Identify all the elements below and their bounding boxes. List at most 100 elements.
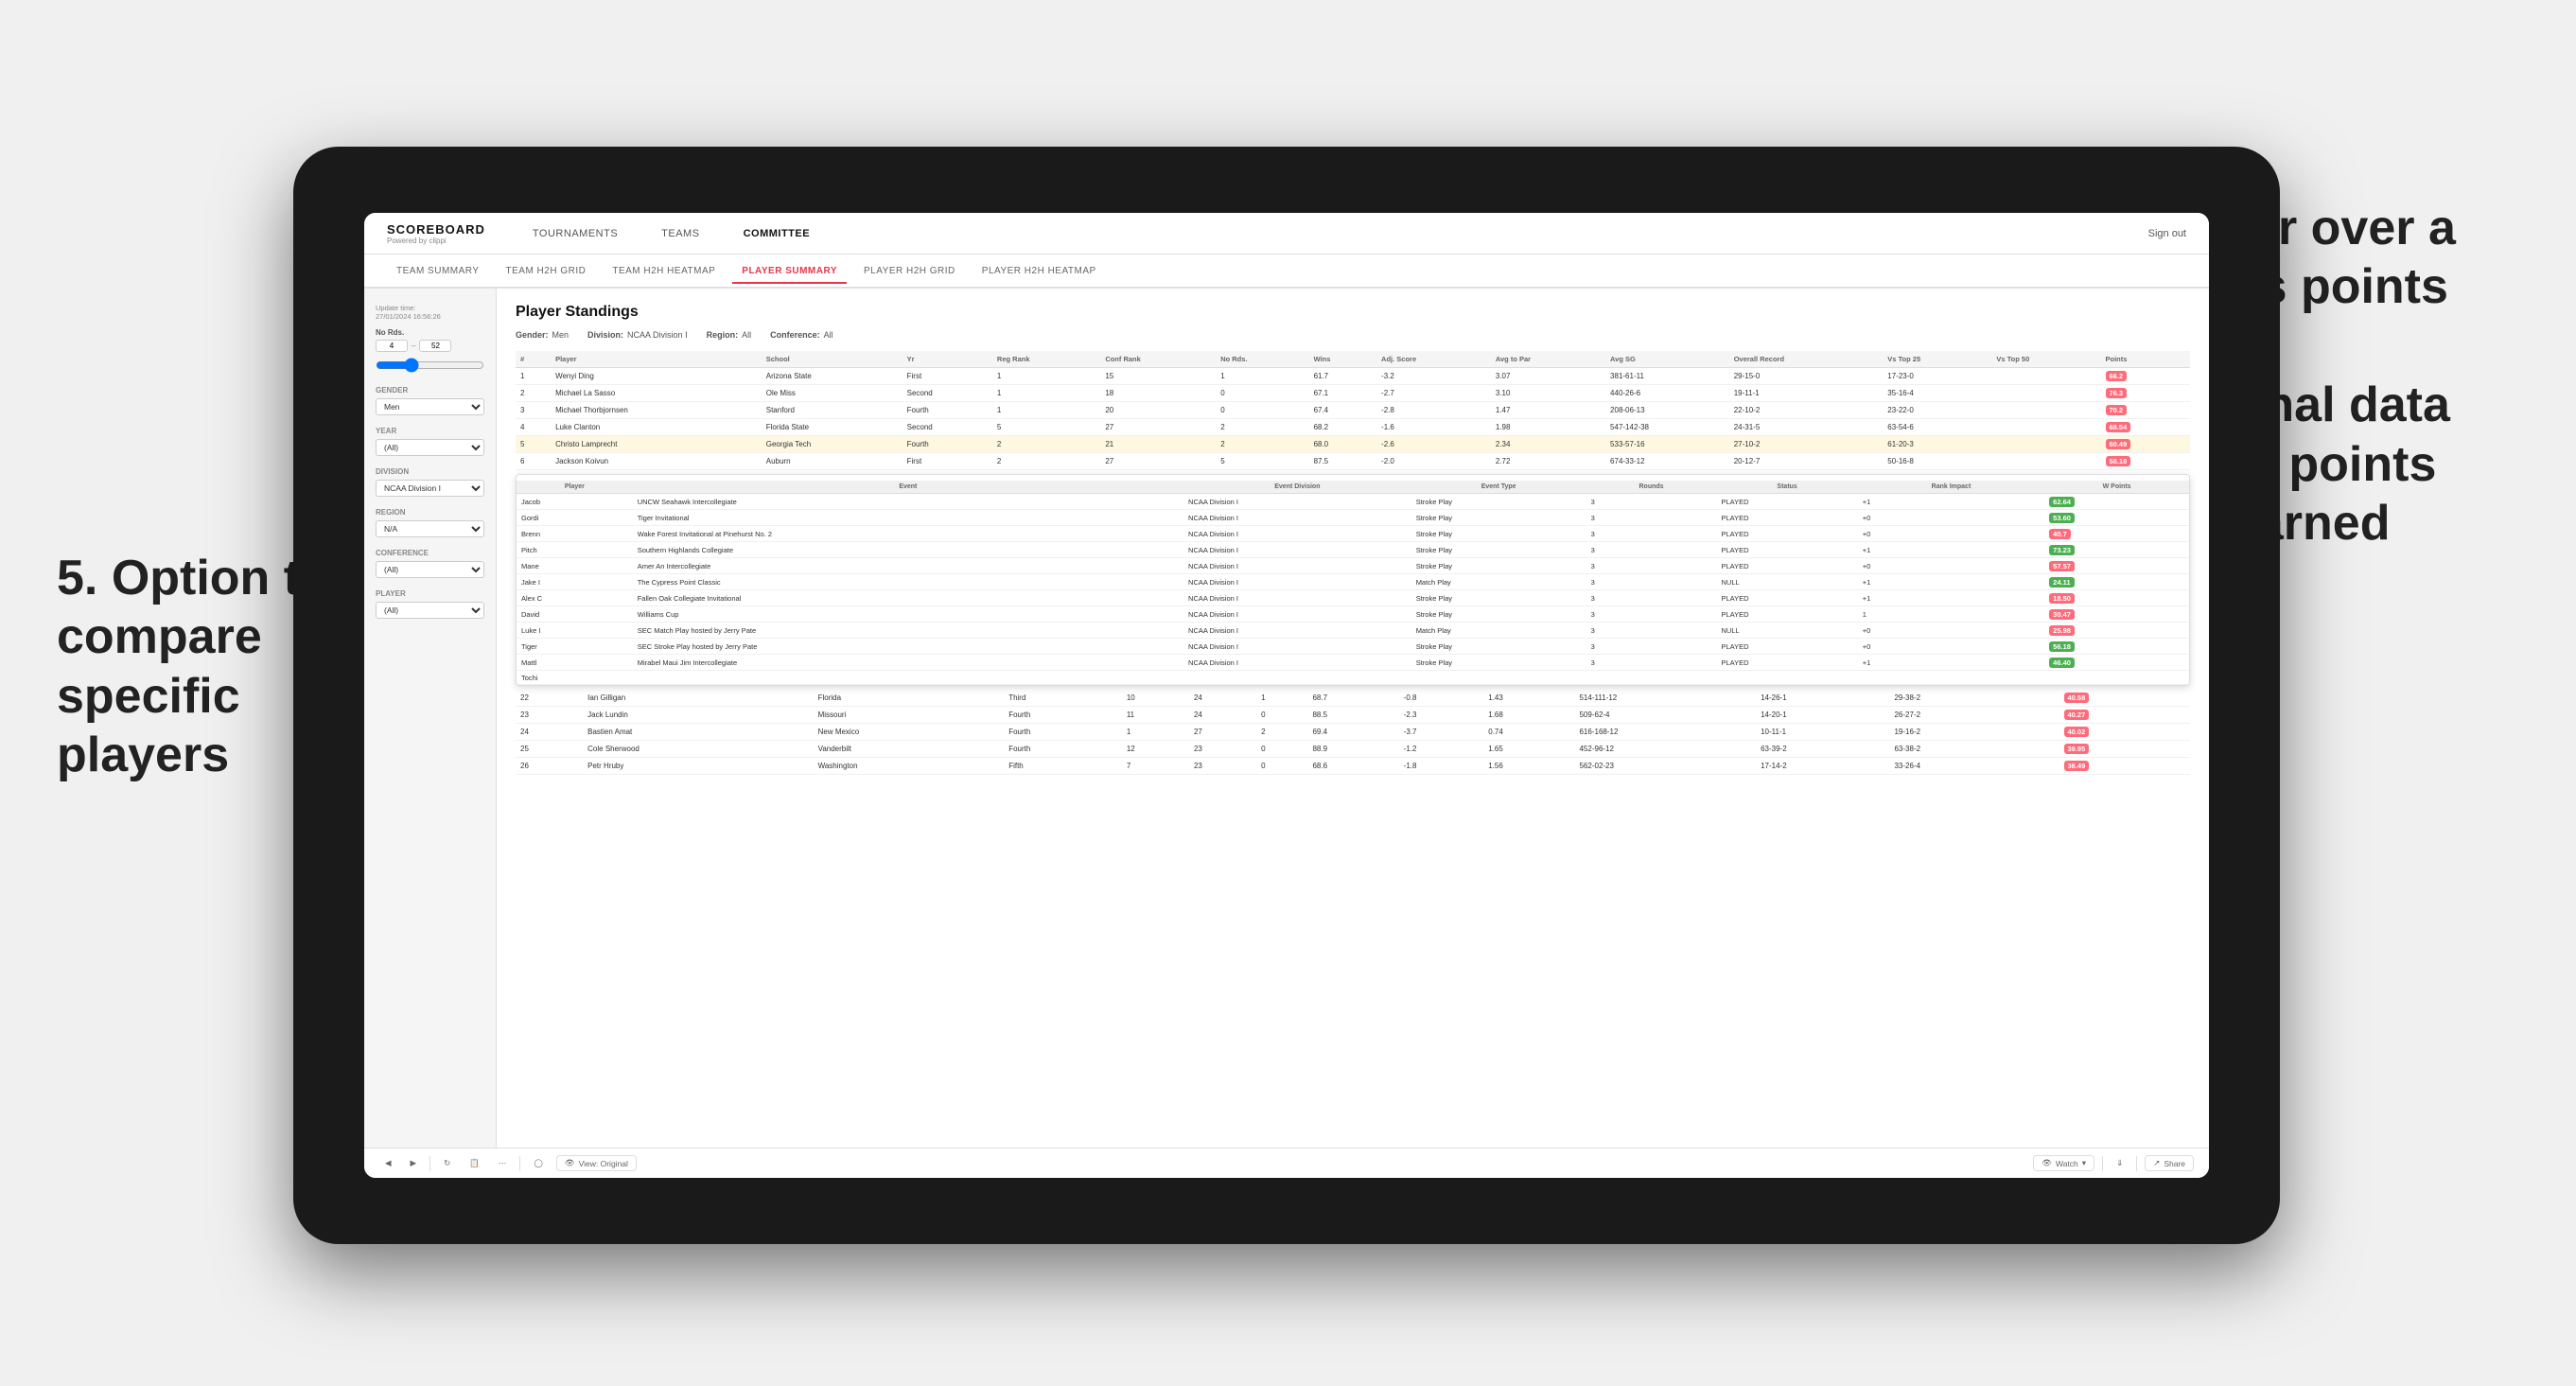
toolbar-copy[interactable]: 📋 <box>464 1156 485 1170</box>
popup-status: PLAYED <box>1716 639 1857 655</box>
points-badge-5[interactable]: 60.49 <box>2106 439 2131 449</box>
points-badge-4[interactable]: 68.54 <box>2106 422 2131 432</box>
popup-rounds: 3 <box>1586 526 1717 542</box>
popup-type: Match Play <box>1411 574 1586 590</box>
year-select[interactable]: (All) <box>376 439 484 456</box>
toolbar-back[interactable]: ◀ <box>379 1156 397 1170</box>
popup-event: Tiger Invitational <box>633 510 1183 526</box>
points-badge-26[interactable]: 38.49 <box>2064 761 2090 771</box>
conf-rank-23: 24 <box>1189 707 1256 724</box>
logo-sub: Powered by clippi <box>387 237 485 245</box>
toolbar-sep-4 <box>2136 1156 2137 1171</box>
range-min-input[interactable] <box>376 340 408 352</box>
points-4[interactable]: 68.54 <box>2101 419 2191 436</box>
popup-division: NCAA Division I <box>1183 639 1411 655</box>
nav-committee[interactable]: COMMITTEE <box>736 224 818 243</box>
points-badge-3[interactable]: 70.2 <box>2106 405 2128 415</box>
popup-division: NCAA Division I <box>1183 574 1411 590</box>
sub-nav-player-h2h-grid[interactable]: PLAYER H2H GRID <box>854 260 965 282</box>
lower-standings-table: 22 Ian Gilligan Florida Third 10 24 1 68… <box>516 690 2190 775</box>
update-time: Update time: 27/01/2024 16:56:26 <box>376 304 484 321</box>
points-badge-1[interactable]: 66.2 <box>2106 371 2128 381</box>
toolbar-download[interactable]: ⇓ <box>2111 1156 2129 1170</box>
share-button[interactable]: ↗ Share <box>2145 1155 2194 1171</box>
popup-event: Southern Highlands Collegiate <box>633 542 1183 558</box>
toolbar-refresh[interactable]: ↻ <box>438 1156 456 1170</box>
no-rds-slider[interactable] <box>376 358 484 373</box>
points-5[interactable]: 60.49 <box>2101 436 2191 453</box>
view-original-button[interactable]: 👁 View: Original <box>556 1155 637 1171</box>
popup-row: David Williams Cup NCAA Division I Strok… <box>517 606 2189 623</box>
points-badge-22[interactable]: 40.58 <box>2064 693 2090 703</box>
range-max-input[interactable] <box>419 340 451 352</box>
vs-top25-24: 19-16-2 <box>1889 724 2023 741</box>
avg-to-par-24: 0.74 <box>1483 724 1574 741</box>
popup-points-badge[interactable]: 18.50 <box>2049 593 2075 604</box>
toolbar-forward[interactable]: ▶ <box>405 1156 423 1170</box>
table-row: 1 Wenyi Ding Arizona State First 1 15 1 … <box>516 368 2190 385</box>
popup-points-badge[interactable]: 57.57 <box>2049 561 2075 571</box>
points-25[interactable]: 39.95 <box>2059 741 2191 758</box>
th-avg-sg: Avg SG <box>1605 351 1729 368</box>
avg-sg-26: 562-02-23 <box>1574 758 1756 775</box>
popup-points-badge[interactable]: 30.47 <box>2049 609 2075 620</box>
points-22[interactable]: 40.58 <box>2059 690 2191 707</box>
popup-points-badge[interactable]: 25.98 <box>2049 625 2075 636</box>
no-rds-2: 0 <box>1216 385 1308 402</box>
popup-points-badge[interactable]: 24.11 <box>2049 577 2074 588</box>
sub-nav-team-summary[interactable]: TEAM SUMMARY <box>387 260 489 282</box>
player-select[interactable]: (All) <box>376 602 484 619</box>
points-2[interactable]: 76.3 <box>2101 385 2191 402</box>
nav-teams[interactable]: TEAMS <box>654 224 707 243</box>
nav-tournaments[interactable]: TOURNAMENTS <box>525 224 625 243</box>
points-badge-23[interactable]: 40.27 <box>2064 710 2090 720</box>
wins-5: 68.0 <box>1309 436 1376 453</box>
points-26[interactable]: 38.49 <box>2059 758 2191 775</box>
popup-points-badge[interactable]: 53.60 <box>2049 513 2075 523</box>
points-badge-2[interactable]: 76.3 <box>2106 388 2128 398</box>
no-rds-label: No Rds. <box>376 328 484 337</box>
sub-nav-player-summary[interactable]: PLAYER SUMMARY <box>732 260 847 284</box>
conference-select[interactable]: (All) <box>376 561 484 578</box>
sub-nav-team-h2h-heatmap[interactable]: TEAM H2H HEATMAP <box>603 260 725 282</box>
sign-out[interactable]: Sign out <box>2148 228 2186 239</box>
th-adj-score: Adj. Score <box>1376 351 1491 368</box>
player-5: Christo Lamprecht <box>551 436 762 453</box>
popup-points-badge[interactable]: 73.23 <box>2049 545 2075 555</box>
popup-row: Jake I The Cypress Point Classic NCAA Di… <box>517 574 2189 590</box>
toolbar-clock[interactable]: ◯ <box>528 1156 549 1170</box>
watch-button[interactable]: 👁 Watch ▾ <box>2033 1155 2094 1171</box>
gender-select[interactable]: Men Women <box>376 398 484 415</box>
popup-points-badge[interactable]: 56.18 <box>2049 641 2075 652</box>
popup-rank <box>1858 671 2044 685</box>
vs-top50-24 <box>2024 724 2059 741</box>
school-24: New Mexico <box>814 724 1005 741</box>
points-1[interactable]: 66.2 <box>2101 368 2191 385</box>
region-select[interactable]: N/A <box>376 520 484 537</box>
points-6[interactable]: 58.18 <box>2101 453 2191 470</box>
points-badge-25[interactable]: 39.95 <box>2064 744 2090 754</box>
points-badge-6[interactable]: 58.18 <box>2106 456 2131 466</box>
toolbar-more[interactable]: ⋯ <box>493 1156 513 1170</box>
points-24[interactable]: 40.02 <box>2059 724 2191 741</box>
popup-rank: +1 <box>1858 590 2044 606</box>
points-3[interactable]: 70.2 <box>2101 402 2191 419</box>
popup-points-badge[interactable]: 40.7 <box>2049 529 2071 539</box>
filter-region: Region: All <box>707 330 752 340</box>
no-rds-4: 2 <box>1216 419 1308 436</box>
popup-rounds: 3 <box>1586 623 1717 639</box>
division-select[interactable]: NCAA Division I <box>376 480 484 497</box>
popup-th-event: Event <box>633 481 1183 494</box>
popup-division: NCAA Division I <box>1183 526 1411 542</box>
popup-points-badge[interactable]: 62.64 <box>2049 497 2075 507</box>
popup-points-badge[interactable]: 46.40 <box>2049 658 2075 668</box>
sub-nav-player-h2h-heatmap[interactable]: PLAYER H2H HEATMAP <box>973 260 1106 282</box>
reg-rank-22: 10 <box>1122 690 1189 707</box>
table-row: 2 Michael La Sasso Ole Miss Second 1 18 … <box>516 385 2190 402</box>
popup-rank: +0 <box>1858 639 2044 655</box>
vs-top50-1 <box>1991 368 2100 385</box>
filter-gender: Gender: Men <box>516 330 569 340</box>
points-23[interactable]: 40.27 <box>2059 707 2191 724</box>
points-badge-24[interactable]: 40.02 <box>2064 727 2090 737</box>
sub-nav-team-h2h-grid[interactable]: TEAM H2H GRID <box>497 260 596 282</box>
